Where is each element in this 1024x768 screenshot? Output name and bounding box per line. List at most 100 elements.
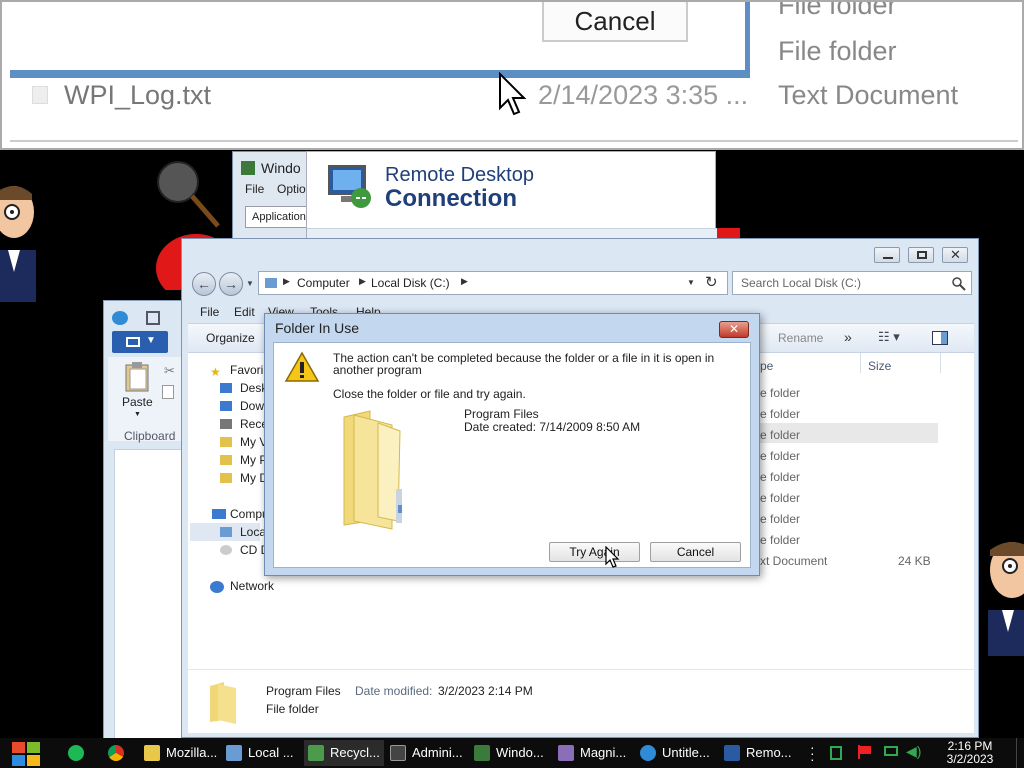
volume-icon[interactable]: ◀) [906,743,921,760]
refresh-icon[interactable]: ↻ [705,273,718,291]
nav-local-disk[interactable]: Loca [240,525,266,539]
folder-in-use-dialog[interactable]: Folder In Use ✕ The action can't be comp… [264,313,760,576]
try-again-button[interactable]: Try Again [549,542,640,562]
wordpad-menu-button[interactable]: ▼ [112,331,168,353]
rdp-window[interactable]: Remote Desktop Connection [306,151,717,240]
folder-icon [220,455,232,465]
breadcrumb-computer[interactable]: Computer [297,276,350,290]
taskbar-item-windows[interactable]: Windo... [470,740,550,766]
paste-chevron-icon[interactable]: ▼ [134,411,141,418]
taskbar-item-local[interactable]: Local ... [222,740,302,766]
rename-button[interactable]: Rename [778,331,823,345]
column-type-header[interactable]: pe [760,359,773,373]
table-row-type[interactable]: e folder [760,449,800,463]
column-divider [860,353,861,373]
chrome-icon[interactable] [108,745,124,761]
menu-options[interactable]: Optio [277,182,306,196]
task-manager-title: Windo [261,160,301,176]
menu-file[interactable]: File [245,182,264,196]
save-icon[interactable] [146,311,160,325]
address-bar[interactable]: ▶ Computer ▶ Local Disk (C:) ▶ ▼ ↻ [258,271,728,295]
clock[interactable]: 2:16 PM 3/2/2023 [930,740,1010,766]
task-manager-icon [474,745,490,761]
nav-computer[interactable]: Compu [230,507,269,521]
table-row-type[interactable]: e folder [760,491,800,505]
paste-icon[interactable] [124,361,152,393]
taskbar: Mozilla... Local ... Recycl... Admini...… [0,738,1024,768]
cancel-button[interactable]: Cancel [650,542,741,562]
details-modified-value: 3/2/2023 2:14 PM [438,684,533,698]
network-tray-icon[interactable] [884,746,898,756]
rdp-title-line1: Remote Desktop [385,164,534,186]
magnifier-view: Cancel File folder File folder WPI_Log.t… [0,0,1024,150]
breadcrumb-separator-icon: ▶ [283,276,290,286]
copy-icon[interactable] [162,385,174,399]
forward-button[interactable]: → [219,272,243,296]
magnified-filedate: 2/14/2023 3:35 ... [538,80,749,110]
menu-edit[interactable]: Edit [234,305,255,319]
organize-button[interactable]: Organize [206,331,255,345]
cd-drive-icon [220,545,232,555]
wordpad-icon [640,745,656,761]
magnified-cancel-button: Cancel [542,2,688,42]
nav-downloads[interactable]: Dow [240,399,264,413]
table-row-type[interactable]: e folder [760,533,800,547]
back-button[interactable]: ← [192,272,216,296]
divider [10,140,1018,142]
recent-places-icon [220,419,232,429]
wordpad-icon [112,311,128,325]
spotify-icon[interactable] [68,745,84,761]
task-manager-icon [241,161,255,175]
table-row-type[interactable]: e folder [760,470,800,484]
console-icon [390,745,406,761]
rdp-title-line2: Connection [385,185,517,212]
menu-file[interactable]: File [200,305,219,319]
taskbar-item-mozilla[interactable]: Mozilla... [140,740,220,766]
column-size-header[interactable]: Size [868,359,891,373]
table-row-size: 24 KB [898,554,931,568]
search-input[interactable]: Search Local Disk (C:) [732,271,972,295]
clipboard-label: Clipboard [124,429,176,443]
folder-icon [210,682,236,724]
table-row-type[interactable]: e folder [760,407,800,421]
dialog-message: The action can't be completed because th… [333,351,715,377]
table-row-type[interactable]: xt Document [760,554,827,568]
rdp-monitor-icon [328,165,371,208]
taskbar-item-recycle[interactable]: Recycl... [304,740,384,766]
breadcrumb-local-disk[interactable]: Local Disk (C:) [371,276,450,290]
cut-icon[interactable]: ✂ [164,363,175,379]
show-desktop-button[interactable] [1016,738,1024,768]
cursor-icon [605,546,620,568]
folder-icon [220,437,232,447]
table-row-type[interactable]: e folder [760,512,800,526]
overflow-icon[interactable]: · · · [810,740,815,766]
address-dropdown-icon[interactable]: ▼ [687,278,695,287]
view-options-icon[interactable]: ☷ ▾ [878,329,900,345]
dialog-close-button[interactable]: ✕ [719,321,749,338]
more-button[interactable]: » [844,329,852,345]
flag-icon[interactable] [858,745,872,759]
tray-app-icon[interactable] [830,746,842,760]
taskbar-item-admin[interactable]: Admini... [386,740,466,766]
search-icon[interactable] [952,277,966,291]
dialog-item-date: Date created: 7/14/2009 8:50 AM [464,420,641,434]
history-dropdown-icon[interactable]: ▼ [246,279,254,288]
nav-network[interactable]: Network [230,579,274,593]
computer-icon [212,509,226,519]
cartoon-figure-right [988,542,1024,656]
table-row-type[interactable]: e folder [760,386,800,400]
taskbar-item-untitled[interactable]: Untitle... [636,740,720,766]
table-row-type[interactable]: e folder [760,428,800,442]
magnified-filename: WPI_Log.txt [64,80,212,110]
minimize-button[interactable] [874,247,900,263]
nav-favorites[interactable]: Favori [230,363,263,377]
start-button[interactable] [10,740,42,766]
menu-icon [126,337,140,347]
close-button[interactable]: ✕ [942,247,968,263]
paste-label[interactable]: Paste [122,395,153,409]
preview-pane-icon[interactable] [932,331,948,345]
magnified-filetype: Text Document [778,80,959,110]
taskbar-item-magnifier[interactable]: Magni... [554,740,634,766]
taskbar-item-remote[interactable]: Remo... [720,740,802,766]
maximize-button[interactable] [908,247,934,263]
